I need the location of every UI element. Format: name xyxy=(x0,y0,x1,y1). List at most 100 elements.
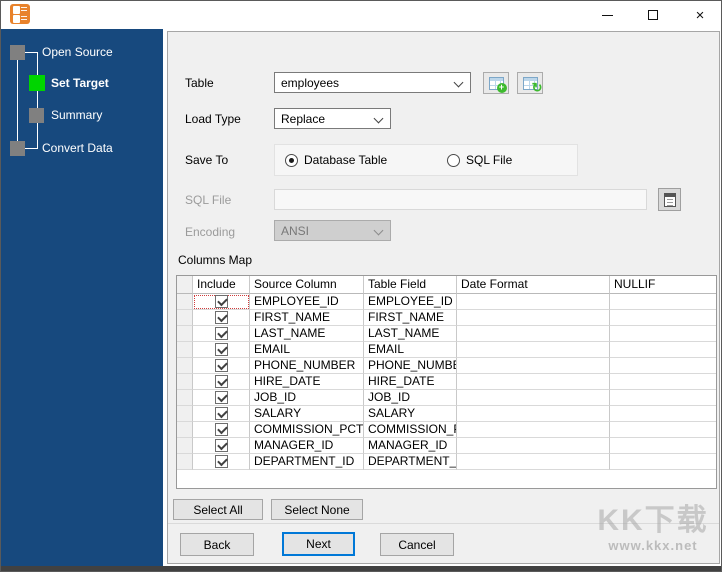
grid-nullif-cell[interactable] xyxy=(610,422,716,438)
grid-source-column-cell[interactable]: MANAGER_ID xyxy=(250,438,364,454)
grid-include-cell[interactable] xyxy=(193,406,250,422)
grid-include-cell[interactable] xyxy=(193,390,250,406)
grid-date-format-cell[interactable] xyxy=(457,454,610,470)
grid-table-field-cell[interactable]: MANAGER_ID xyxy=(364,438,457,454)
minimize-button[interactable] xyxy=(584,1,630,29)
grid-include-cell[interactable] xyxy=(193,342,250,358)
grid-source-column-cell[interactable]: PHONE_NUMBER xyxy=(250,358,364,374)
include-checkbox[interactable] xyxy=(214,359,228,372)
include-checkbox[interactable] xyxy=(214,295,228,308)
grid-nullif-cell[interactable] xyxy=(610,454,716,470)
grid-date-format-cell[interactable] xyxy=(457,310,610,326)
include-checkbox[interactable] xyxy=(214,391,228,404)
include-checkbox[interactable] xyxy=(214,343,228,356)
grid-date-format-cell[interactable] xyxy=(457,438,610,454)
grid-table-field-cell[interactable]: FIRST_NAME xyxy=(364,310,457,326)
grid-include-cell[interactable] xyxy=(193,438,250,454)
encoding-select-value: ANSI xyxy=(281,224,310,238)
grid-row-header[interactable] xyxy=(177,438,193,454)
browse-sql-file-button[interactable] xyxy=(658,188,681,211)
include-checkbox[interactable] xyxy=(214,375,228,388)
include-checkbox[interactable] xyxy=(214,327,228,340)
grid-include-cell[interactable] xyxy=(193,454,250,470)
grid-date-format-cell[interactable] xyxy=(457,406,610,422)
grid-nullif-cell[interactable] xyxy=(610,406,716,422)
grid-nullif-cell[interactable] xyxy=(610,294,716,310)
include-checkbox[interactable] xyxy=(214,311,228,324)
grid-date-format-cell[interactable] xyxy=(457,294,610,310)
include-checkbox[interactable] xyxy=(214,455,228,468)
refresh-tables-button[interactable]: ↻ xyxy=(517,72,543,94)
grid-date-format-cell[interactable] xyxy=(457,358,610,374)
close-button[interactable]: × xyxy=(677,1,721,29)
grid-table-field-cell[interactable]: EMAIL xyxy=(364,342,457,358)
grid-source-column-cell[interactable]: FIRST_NAME xyxy=(250,310,364,326)
cancel-button[interactable]: Cancel xyxy=(380,533,454,556)
grid-row-header[interactable] xyxy=(177,326,193,342)
grid-include-cell[interactable] xyxy=(193,374,250,390)
grid-source-column-cell[interactable]: EMPLOYEE_ID xyxy=(250,294,364,310)
grid-date-format-cell[interactable] xyxy=(457,374,610,390)
grid-include-cell[interactable] xyxy=(193,294,250,310)
grid-nullif-cell[interactable] xyxy=(610,438,716,454)
new-table-button[interactable]: + xyxy=(483,72,509,94)
grid-row-header[interactable] xyxy=(177,342,193,358)
grid-source-column-cell[interactable]: HIRE_DATE xyxy=(250,374,364,390)
grid-include-cell[interactable] xyxy=(193,326,250,342)
grid-source-column-cell[interactable]: SALARY xyxy=(250,406,364,422)
select-all-button[interactable]: Select All xyxy=(173,499,263,520)
grid-row-header[interactable] xyxy=(177,358,193,374)
grid-table-field-cell[interactable]: DEPARTMENT_ID xyxy=(364,454,457,470)
grid-nullif-cell[interactable] xyxy=(610,358,716,374)
grid-table-field-cell[interactable]: COMMISSION_PCT xyxy=(364,422,457,438)
grid-include-cell[interactable] xyxy=(193,358,250,374)
grid-table-field-cell[interactable]: PHONE_NUMBER xyxy=(364,358,457,374)
table-select[interactable]: employees xyxy=(274,72,471,93)
grid-header-date-format[interactable]: Date Format xyxy=(457,276,610,294)
grid-row-header[interactable] xyxy=(177,310,193,326)
step-marker-summary xyxy=(29,108,44,123)
grid-row-header[interactable] xyxy=(177,390,193,406)
grid-table-field-cell[interactable]: SALARY xyxy=(364,406,457,422)
grid-table-field-cell[interactable]: JOB_ID xyxy=(364,390,457,406)
grid-nullif-cell[interactable] xyxy=(610,310,716,326)
load-type-select[interactable]: Replace xyxy=(274,108,391,129)
grid-header-source-column[interactable]: Source Column xyxy=(250,276,364,294)
grid-date-format-cell[interactable] xyxy=(457,390,610,406)
grid-source-column-cell[interactable]: LAST_NAME xyxy=(250,326,364,342)
grid-row: EMAIL EMAIL xyxy=(177,342,716,358)
grid-source-column-cell[interactable]: COMMISSION_PCT xyxy=(250,422,364,438)
grid-row-header[interactable] xyxy=(177,294,193,310)
grid-header-nullif[interactable]: NULLIF xyxy=(610,276,716,294)
grid-row-header[interactable] xyxy=(177,374,193,390)
grid-table-field-cell[interactable]: EMPLOYEE_ID xyxy=(364,294,457,310)
grid-row-header[interactable] xyxy=(177,406,193,422)
next-button[interactable]: Next xyxy=(282,532,355,556)
grid-nullif-cell[interactable] xyxy=(610,390,716,406)
include-checkbox[interactable] xyxy=(214,439,228,452)
grid-header-include[interactable]: Include xyxy=(193,276,250,294)
include-checkbox[interactable] xyxy=(214,407,228,420)
grid-include-cell[interactable] xyxy=(193,310,250,326)
grid-nullif-cell[interactable] xyxy=(610,342,716,358)
grid-nullif-cell[interactable] xyxy=(610,326,716,342)
grid-table-field-cell[interactable]: HIRE_DATE xyxy=(364,374,457,390)
include-checkbox[interactable] xyxy=(214,423,228,436)
grid-source-column-cell[interactable]: DEPARTMENT_ID xyxy=(250,454,364,470)
grid-row-header[interactable] xyxy=(177,454,193,470)
grid-date-format-cell[interactable] xyxy=(457,342,610,358)
grid-source-column-cell[interactable]: EMAIL xyxy=(250,342,364,358)
grid-table-field-cell[interactable]: LAST_NAME xyxy=(364,326,457,342)
maximize-button[interactable] xyxy=(630,1,676,29)
grid-nullif-cell[interactable] xyxy=(610,374,716,390)
select-none-button[interactable]: Select None xyxy=(271,499,363,520)
grid-include-cell[interactable] xyxy=(193,422,250,438)
radio-database-table[interactable]: Database Table xyxy=(285,153,387,167)
back-button[interactable]: Back xyxy=(180,533,254,556)
grid-date-format-cell[interactable] xyxy=(457,422,610,438)
radio-sql-file[interactable]: SQL File xyxy=(447,153,512,167)
grid-date-format-cell[interactable] xyxy=(457,326,610,342)
grid-source-column-cell[interactable]: JOB_ID xyxy=(250,390,364,406)
grid-row-header[interactable] xyxy=(177,422,193,438)
grid-header-table-field[interactable]: Table Field xyxy=(364,276,457,294)
